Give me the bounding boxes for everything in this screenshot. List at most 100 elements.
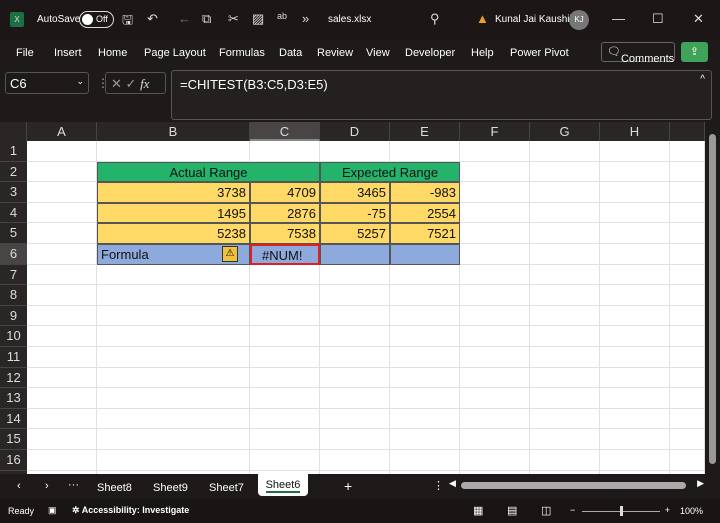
maximize-icon[interactable]: ☐ <box>652 11 664 27</box>
tab-insert[interactable]: Insert <box>54 47 82 59</box>
column-header-partial[interactable] <box>670 122 705 141</box>
row-header-5[interactable]: 5 <box>0 223 27 244</box>
column-header-C[interactable]: C <box>250 122 320 141</box>
row-header-13[interactable]: 13 <box>0 388 27 409</box>
tab-data[interactable]: Data <box>279 47 302 59</box>
tab-sheet8[interactable]: Sheet8 <box>97 482 132 494</box>
column-header-B[interactable]: B <box>97 122 250 141</box>
row-header-14[interactable]: 14 <box>0 408 27 430</box>
vertical-scrollbar[interactable] <box>705 122 720 474</box>
cell-E5[interactable]: 7521 <box>390 223 460 244</box>
tab-file[interactable]: File <box>16 47 34 59</box>
save-icon[interactable]: 🖫 <box>122 11 133 33</box>
search-icon[interactable]: ⚲ <box>430 11 440 27</box>
tab-page-layout[interactable]: Page Layout <box>144 47 206 59</box>
cell-D6[interactable] <box>320 244 390 265</box>
zoom-slider[interactable]: − + <box>570 505 670 517</box>
row-header-8[interactable]: 8 <box>0 285 27 306</box>
row-header-10[interactable]: 10 <box>0 326 27 347</box>
share-button[interactable]: ⇪ <box>681 42 708 62</box>
comments-button[interactable]: 🗨 Comments <box>601 42 675 65</box>
tab-sheet7[interactable]: Sheet7 <box>209 482 244 494</box>
row-header-1[interactable]: 1 <box>0 141 27 162</box>
select-all-corner[interactable] <box>0 122 27 141</box>
cell-B2[interactable]: Actual Range <box>97 161 320 183</box>
more-sheets-icon[interactable]: ··· <box>68 479 79 491</box>
insert-function-icon[interactable]: fx <box>140 76 149 91</box>
gridline <box>27 387 705 389</box>
cut-icon[interactable]: ✂ <box>228 11 239 27</box>
normal-view-icon[interactable]: ▦ <box>473 504 483 517</box>
add-sheet-icon[interactable]: + <box>344 478 352 494</box>
tab-power-pivot[interactable]: Power Pivot <box>510 47 569 59</box>
minimize-icon[interactable]: — <box>612 11 625 26</box>
sheet-tabs-bar: ‹ › ··· Sheet8 Sheet9 Sheet7 Sheet6 + ⋮ … <box>0 474 720 499</box>
tab-sheet6[interactable]: Sheet6 <box>258 474 308 496</box>
autosave-toggle[interactable]: Off <box>79 11 114 28</box>
cancel-icon[interactable]: ✕ <box>111 76 122 91</box>
column-header-H[interactable]: H <box>600 122 670 141</box>
tab-options-icon[interactable]: ⋮ <box>433 479 444 492</box>
cell-B3[interactable]: 3738 <box>97 182 250 203</box>
error-warning-icon[interactable]: ⚠ <box>222 246 238 262</box>
tab-developer[interactable]: Developer <box>405 47 455 59</box>
chart-icon[interactable]: ▨ <box>252 11 264 27</box>
cell-E4[interactable]: 2554 <box>390 202 460 224</box>
formula-input[interactable]: =CHITEST(B3:C5,D3:E5) ^ <box>171 70 712 120</box>
close-icon[interactable]: ✕ <box>693 11 704 27</box>
next-sheet-icon[interactable]: › <box>45 480 49 492</box>
row-header-6[interactable]: 6 <box>0 244 27 265</box>
cell-D5[interactable]: 5257 <box>320 223 390 244</box>
row-header-4[interactable]: 4 <box>0 202 27 224</box>
page-layout-view-icon[interactable]: ▤ <box>507 504 517 517</box>
cell-D2[interactable]: Expected Range <box>320 161 460 183</box>
cell-B4[interactable]: 1495 <box>97 202 250 224</box>
cell-D3[interactable]: 3465 <box>320 182 390 203</box>
redo-icon[interactable]: ← <box>178 11 191 26</box>
column-header-F[interactable]: F <box>460 122 530 141</box>
enter-icon[interactable]: ✓ <box>126 76 137 91</box>
name-box[interactable]: C6 ⌄ <box>5 72 89 94</box>
column-header-D[interactable]: D <box>320 122 390 141</box>
spelling-icon[interactable]: ab <box>277 11 287 21</box>
cell-C4[interactable]: 2876 <box>250 202 320 224</box>
prev-sheet-icon[interactable]: ‹ <box>17 480 21 492</box>
row-header-7[interactable]: 7 <box>0 264 27 286</box>
more-icon[interactable]: » <box>302 11 309 26</box>
spreadsheet-grid[interactable]: ABCDEFGH1234567891011121314151617Actual … <box>0 122 705 474</box>
cell-C3[interactable]: 4709 <box>250 182 320 203</box>
page-break-view-icon[interactable]: ◫ <box>541 504 551 517</box>
row-header-15[interactable]: 15 <box>0 429 27 450</box>
tab-formulas[interactable]: Formulas <box>219 47 265 59</box>
row-header-9[interactable]: 9 <box>0 305 27 327</box>
cell-C6[interactable]: #NUM! <box>250 244 320 265</box>
row-header-2[interactable]: 2 <box>0 161 27 183</box>
row-header-3[interactable]: 3 <box>0 182 27 203</box>
column-header-A[interactable]: A <box>27 122 97 141</box>
tab-help[interactable]: Help <box>471 47 494 59</box>
tab-review[interactable]: Review <box>317 47 353 59</box>
tab-view[interactable]: View <box>366 47 390 59</box>
status-ready: Ready <box>8 506 35 516</box>
cell-E6[interactable] <box>390 244 460 265</box>
row-header-16[interactable]: 16 <box>0 450 27 471</box>
column-header-G[interactable]: G <box>530 122 600 141</box>
avatar[interactable]: KJ <box>569 10 589 30</box>
macro-icon[interactable]: ▣ <box>48 505 57 516</box>
file-name[interactable]: sales.xlsx <box>328 14 371 25</box>
row-header-12[interactable]: 12 <box>0 367 27 389</box>
column-header-E[interactable]: E <box>390 122 460 141</box>
cell-B5[interactable]: 5238 <box>97 223 250 244</box>
ribbon-tabs: File Insert Home Page Layout Formulas Da… <box>0 40 720 68</box>
cell-D4[interactable]: -75 <box>320 202 390 224</box>
tab-home[interactable]: Home <box>98 47 127 59</box>
zoom-level[interactable]: 100% <box>680 506 703 516</box>
cell-E3[interactable]: -983 <box>390 182 460 203</box>
horizontal-scrollbar[interactable]: ◀ ▶ <box>449 478 704 491</box>
accessibility-status[interactable]: ✲ Accessibility: Investigate <box>72 505 189 516</box>
copy-icon[interactable]: ⧉ <box>202 11 211 27</box>
undo-icon[interactable]: ↶ <box>147 11 158 27</box>
tab-sheet9[interactable]: Sheet9 <box>153 482 188 494</box>
row-header-11[interactable]: 11 <box>0 347 27 368</box>
cell-C5[interactable]: 7538 <box>250 223 320 244</box>
